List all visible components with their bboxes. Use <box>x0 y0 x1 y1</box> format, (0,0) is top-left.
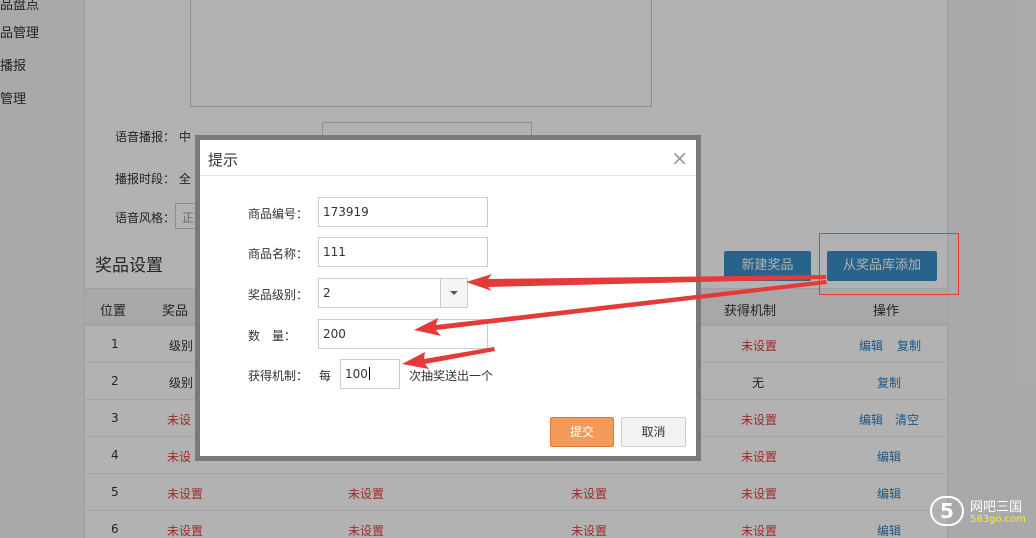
watermark-name: 网吧三国 <box>970 500 1023 515</box>
mechanism-suffix: 次抽奖送出一个 <box>409 369 494 383</box>
product-code-label: 商品编号： <box>248 207 309 221</box>
watermark-site: 583go.com <box>970 514 1026 525</box>
product-name-input[interactable]: 111 <box>318 237 488 267</box>
quantity-label: 数 量： <box>248 329 297 343</box>
mechanism-label: 获得机制： <box>248 369 309 383</box>
prize-level-select[interactable]: 2 <box>318 278 468 308</box>
watermark: 5 网吧三国 583go.com <box>928 492 1032 532</box>
chevron-down-icon[interactable] <box>440 279 467 307</box>
product-code-input[interactable]: 173919 <box>318 197 488 227</box>
prize-level-value: 2 <box>323 286 331 300</box>
cancel-button[interactable]: 取消 <box>621 417 686 447</box>
watermark-logo: 5 <box>930 496 964 526</box>
text-cursor <box>368 367 370 380</box>
mechanism-prefix: 每 <box>319 369 332 383</box>
dialog-header: 提示 × <box>200 140 696 176</box>
watermark-logo-text: 5 <box>940 499 954 523</box>
submit-button[interactable]: 提交 <box>550 417 614 447</box>
highlight-box <box>819 233 959 295</box>
quantity-input[interactable]: 200 <box>318 319 488 349</box>
product-name-label: 商品名称： <box>248 247 309 261</box>
close-icon[interactable]: × <box>671 146 688 170</box>
mechanism-input[interactable]: 100 <box>340 359 400 389</box>
prompt-dialog: 提示 × 商品编号： 173919 商品名称： 111 奖品级别： 2 数 量：… <box>195 135 701 461</box>
dialog-title: 提示 <box>208 151 239 169</box>
prize-level-label: 奖品级别： <box>248 288 309 302</box>
